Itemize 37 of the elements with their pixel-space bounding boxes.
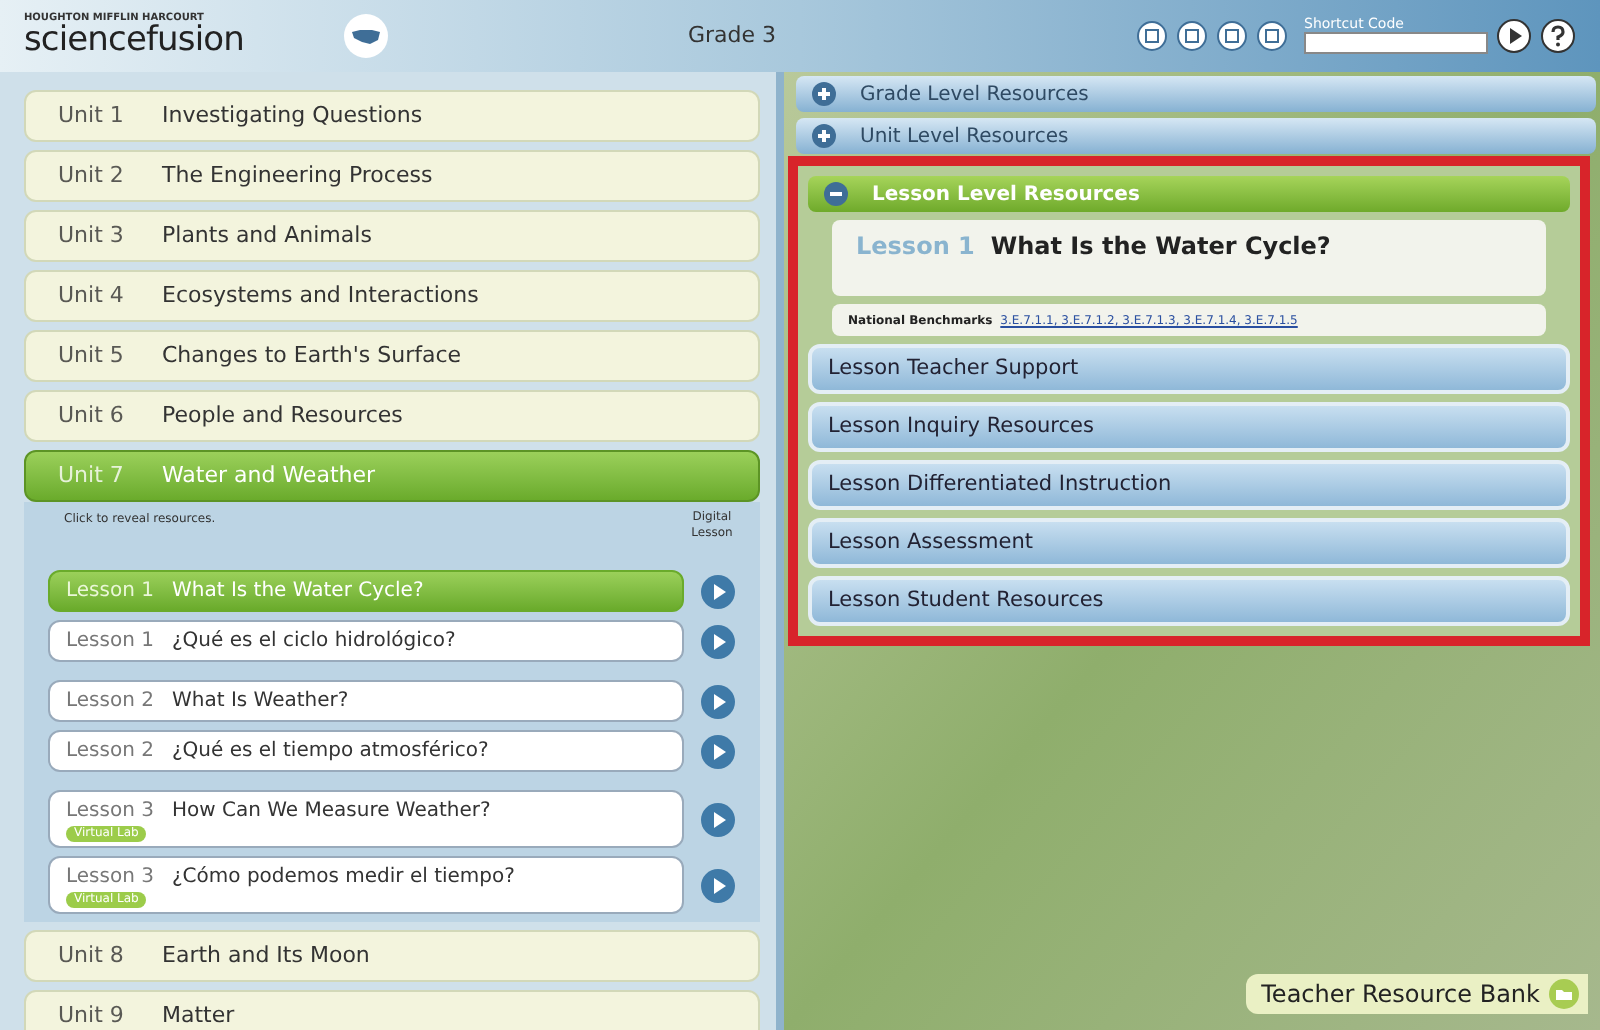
grade-label: Grade 3: [688, 19, 777, 52]
play-button[interactable]: [700, 573, 736, 609]
unit-tab[interactable]: Unit 4 Ecosystems and Interactions: [24, 270, 760, 322]
resource-button[interactable]: Lesson Differentiated Instruction: [808, 460, 1570, 510]
resource-button[interactable]: Lesson Inquiry Resources: [808, 402, 1570, 452]
section-header[interactable]: Unit Level Resources: [796, 118, 1596, 154]
unit-tab[interactable]: Unit 9 Matter: [24, 990, 760, 1030]
logo-text: sciencefusion: [24, 24, 246, 58]
shortcut-field[interactable]: [1304, 32, 1488, 54]
unit-tab[interactable]: Unit 2 The Engineering Process: [24, 150, 760, 202]
play-button[interactable]: [700, 733, 736, 769]
play-button[interactable]: [700, 867, 736, 903]
go-icon[interactable]: [1496, 18, 1532, 54]
expand-icon: [812, 124, 836, 148]
unit-tab[interactable]: Unit 3 Plants and Animals: [24, 210, 760, 262]
lesson-number: Lesson 1: [856, 230, 975, 264]
expand-icon: [812, 82, 836, 106]
collapse-icon: [824, 182, 848, 206]
folder-icon: [1548, 978, 1580, 1010]
unit-tab[interactable]: Unit 1 Investigating Questions: [24, 90, 760, 142]
play-button[interactable]: [700, 801, 736, 837]
help-icon[interactable]: [1540, 18, 1576, 54]
lesson-title: What Is the Water Cycle?: [990, 230, 1331, 264]
lesson-row[interactable]: Lesson 2 ¿Qué es el tiempo atmosférico?: [48, 730, 684, 772]
resource-button[interactable]: Lesson Teacher Support: [808, 344, 1570, 394]
play-button[interactable]: [700, 623, 736, 659]
lesson-row[interactable]: Lesson 1 ¿Qué es el ciclo hidrológico?: [48, 620, 684, 662]
unit-tab[interactable]: Unit 5 Changes to Earth's Surface: [24, 330, 760, 382]
resource-button[interactable]: Lesson Student Resources: [808, 576, 1570, 626]
window-icon[interactable]: [1136, 20, 1168, 52]
teacher-bank-button[interactable]: Teacher Resource Bank: [1245, 974, 1588, 1014]
resource-button[interactable]: Lesson Assessment: [808, 518, 1570, 568]
lesson-row[interactable]: Lesson 2 What Is Weather?: [48, 680, 684, 722]
section-header[interactable]: Grade Level Resources: [796, 76, 1596, 112]
play-button[interactable]: [700, 683, 736, 719]
unit-tab[interactable]: Unit 8 Earth and Its Moon: [24, 930, 760, 982]
unit-tab[interactable]: Unit 6 People and Resources: [24, 390, 760, 442]
